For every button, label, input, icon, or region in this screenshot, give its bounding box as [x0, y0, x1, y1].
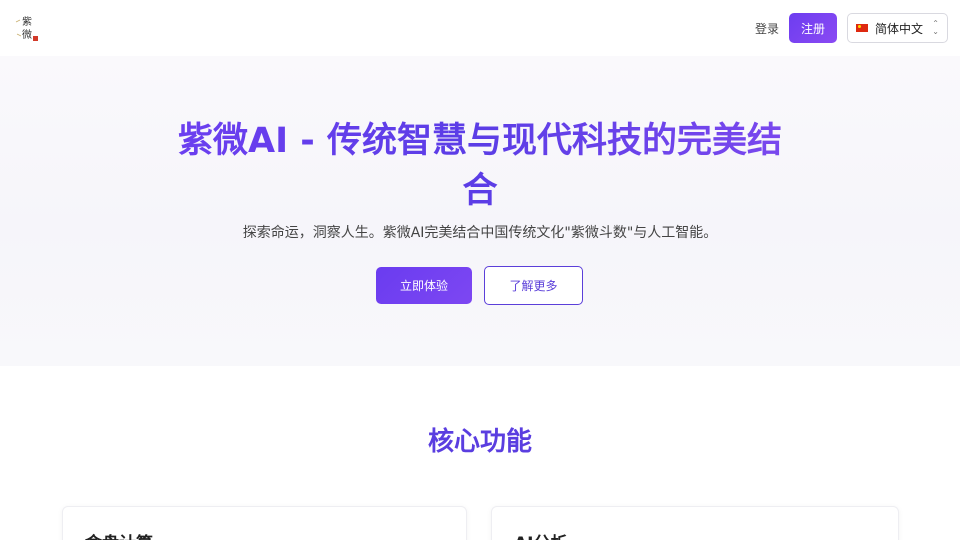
feature-card-title: AI分析 [514, 529, 567, 540]
hero-section: 紫微AI - 传统智慧与现代科技的完美结合 探索命运，洞察人生。紫微AI完美结合… [0, 56, 960, 366]
hero-buttons: 立即体验 了解更多 [376, 266, 583, 305]
site-logo[interactable]: 紫 微 [12, 10, 52, 46]
hero-subtitle: 探索命运，洞察人生。紫微AI完美结合中国传统文化"紫微斗数"与人工智能。 [242, 225, 718, 241]
select-arrows-icon: ⌃ ⌄ [932, 19, 939, 36]
feature-card[interactable]: AI分析 [491, 506, 899, 540]
feature-card-title: 命盘计算 [85, 529, 153, 540]
learn-more-button[interactable]: 了解更多 [484, 266, 583, 305]
try-now-button[interactable]: 立即体验 [376, 267, 472, 304]
signup-button[interactable]: 注册 [788, 13, 837, 43]
logo-text-top: 紫 [22, 16, 32, 28]
feature-card[interactable]: 命盘计算 [62, 506, 467, 540]
top-navbar: 紫 微 登录 注册 简体中文 ⌃ ⌄ [0, 0, 960, 56]
features-title: 核心功能 [427, 427, 532, 457]
logo-icon: 紫 微 [15, 16, 38, 41]
login-link[interactable]: 登录 [755, 20, 779, 37]
language-select[interactable]: 简体中文 ⌃ ⌄ [847, 13, 948, 43]
nav-actions: 登录 注册 简体中文 ⌃ ⌄ [755, 13, 948, 43]
logo-seal [33, 36, 38, 41]
cn-flag-icon [856, 24, 868, 32]
logo-text-bottom: 微 [22, 28, 32, 41]
language-selected-label: 简体中文 [875, 21, 924, 36]
hero-title: 紫微AI - 传统智慧与现代科技的完美结合 [170, 116, 790, 216]
